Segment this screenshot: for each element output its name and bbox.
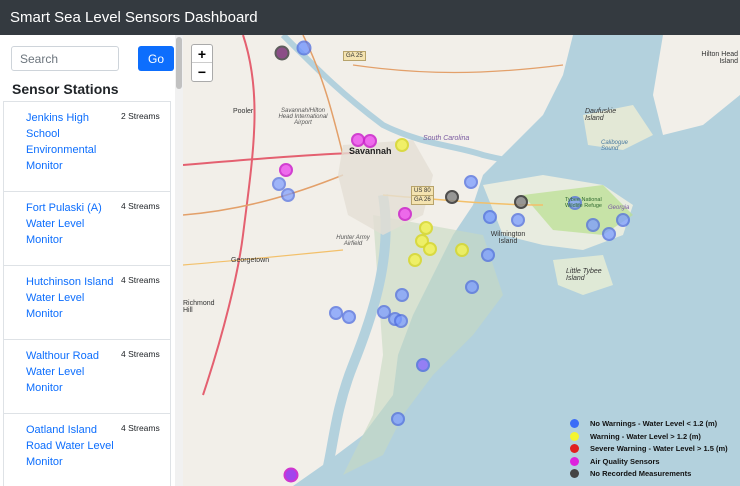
legend-label: Air Quality Sensors [590,456,660,466]
map-label-tybee: Tybee National Wildlife Refuge [565,197,602,209]
map-label-hilton-head: Hilton Head Island [701,51,738,65]
station-link[interactable]: Oatland Island Road Water Level Monitor [26,422,114,470]
marker-blue [281,188,295,202]
map-label-savannah: Savannah [349,146,392,156]
marker-none [274,45,290,61]
app-title: Smart Sea Level Sensors Dashboard [10,9,258,26]
hilton-head [653,35,740,135]
marker-magenta [351,133,365,147]
scrollbar-thumb[interactable] [176,37,182,89]
station-item-jenkins[interactable]: Jenkins High School Environmental Monito… [3,102,171,192]
map-label-georgia: Georgia [608,205,630,211]
sidebar: Go Sensor Stations Jenkins High School E… [0,35,183,486]
legend-label: No Recorded Measurements [590,469,692,478]
legend-item-air-quality: Air Quality Sensors [568,456,736,467]
marker-blue [483,210,497,224]
map-label-calibogue: Calibogue Sound [601,140,629,152]
legend-item-severe-warning: Severe Warning - Water Level > 1.5 (m) [568,443,736,454]
marker-yellow [423,242,437,256]
legend-dot-icon [570,431,579,441]
marker-blue [272,177,286,191]
marker-blue [464,175,478,189]
map-label-south-carolina: South Carolina [423,135,470,142]
zoom-control: + − [191,44,213,82]
marker-yellow [419,221,433,235]
sidebar-scrollbar[interactable] [175,35,183,486]
legend-dot-icon [570,419,579,428]
map-label-airport: Savannah/Hilton Head International Airpo… [278,108,328,126]
station-stream-count: 4 Streams [121,201,160,211]
legend-label: No Warnings - Water Level < 1.2 (m) [590,419,718,428]
map-label-richmond-hill: Richmond Hill [183,300,215,314]
legend-item-no-measurements: No Recorded Measurements [568,468,736,479]
legend-dot-icon [570,469,579,478]
marker-blue [391,412,405,426]
legend-item-no-warnings: No Warnings - Water Level < 1.2 (m) [568,418,736,429]
marker-blue [511,213,525,227]
station-link[interactable]: Fort Pulaski (A) Water Level Monitor [26,200,114,248]
marker-blue [377,305,391,319]
station-item-walthour[interactable]: Walthour Road Water Level Monitor 4 Stre… [3,340,171,414]
go-button[interactable]: Go [138,46,174,71]
station-stream-count: 2 Streams [121,111,160,121]
road-shield-ga25: GA 25 [343,51,366,61]
station-link[interactable]: Walthour Road Water Level Monitor [26,348,114,396]
top-navbar: Smart Sea Level Sensors Dashboard [0,0,740,35]
station-item-hutchinson[interactable]: Hutchinson Island Water Level Monitor 4 … [3,266,171,340]
marker-blue [395,288,409,302]
marker-blue [416,358,430,372]
legend-item-warning: Warning - Water Level > 1.2 (m) [568,431,736,442]
map-label-wilmington: Wilmington Island [490,231,526,245]
marker-blue [481,248,495,262]
sensor-stations-heading: Sensor Stations [12,81,119,97]
legend-dot-icon [570,456,579,466]
marker-none [514,195,528,209]
search-input[interactable] [11,46,119,71]
marker-blue [329,306,343,320]
map-label-georgetown: Georgetown [231,257,270,264]
station-stream-count: 4 Streams [121,423,160,433]
marker-blue [394,314,408,328]
station-link[interactable]: Hutchinson Island Water Level Monitor [26,274,114,322]
legend-label: Severe Warning - Water Level > 1.5 (m) [590,444,728,453]
station-item-oatland[interactable]: Oatland Island Road Water Level Monitor … [3,414,171,486]
marker-blue [465,280,479,294]
marker-blue [342,310,356,324]
map-label-little-tybee: Little Tybee Island [566,268,602,282]
station-stream-count: 4 Streams [121,349,160,359]
zoom-in-button[interactable]: + [192,45,212,63]
marker-magenta [398,207,412,221]
marker-blue [296,40,312,56]
legend-dot-icon [570,444,579,453]
marker-yellow [395,138,409,152]
map-label-daufuskie: Daufuskie Island [585,108,617,122]
map-legend: No Warnings - Water Level < 1.2 (m) Warn… [568,418,736,482]
legend-label: Warning - Water Level > 1.2 (m) [590,431,701,441]
marker-yellow [455,243,469,257]
marker-blue [586,218,600,232]
zoom-out-button[interactable]: − [192,63,212,81]
marker-blue [602,227,616,241]
station-list: Jenkins High School Environmental Monito… [3,101,171,486]
marker-none [445,190,459,204]
station-link[interactable]: Jenkins High School Environmental Monito… [26,110,114,174]
road-shield-ga26: GA 26 [411,195,434,205]
map-view[interactable]: Pooler Savannah Georgetown Wilmington Is… [183,35,740,486]
station-stream-count: 4 Streams [121,275,160,285]
marker-yellow [408,253,422,267]
map-label-pooler: Pooler [233,108,254,115]
marker-magenta [283,467,299,483]
station-item-fort-pulaski[interactable]: Fort Pulaski (A) Water Level Monitor 4 S… [3,192,171,266]
marker-magenta [279,163,293,177]
map-label-hunter: Hunter Army Airfield [336,235,370,247]
marker-blue [616,213,630,227]
